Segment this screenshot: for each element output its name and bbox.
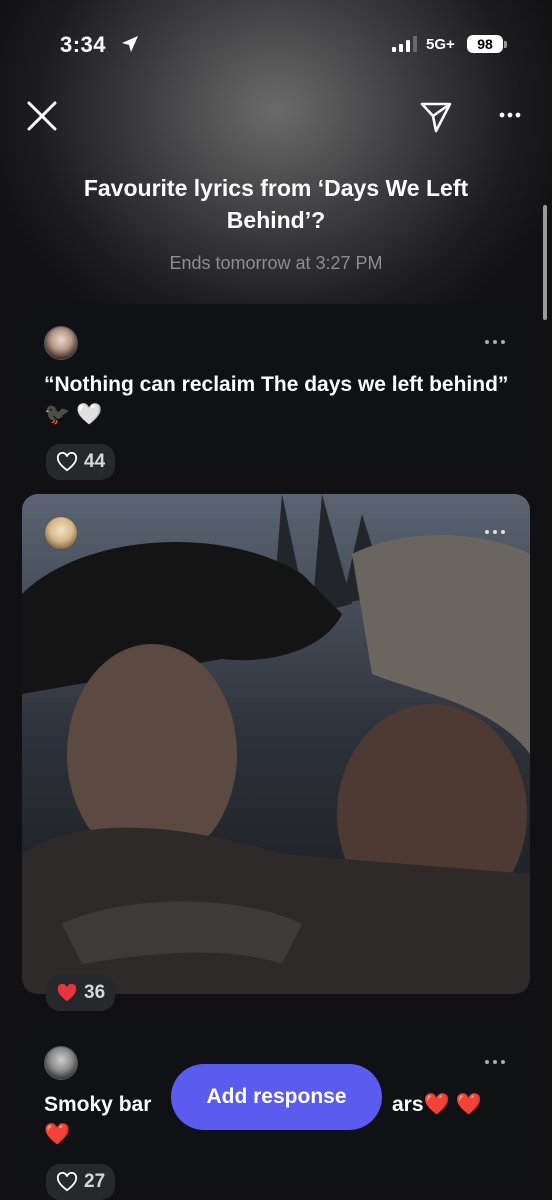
add-response-button[interactable]: Add response <box>171 1064 382 1130</box>
more-options-icon[interactable] <box>484 527 506 537</box>
cellular-signal-icon <box>392 36 417 52</box>
more-options-icon[interactable] <box>484 1057 506 1067</box>
like-button[interactable]: 36 <box>46 975 116 1011</box>
heart-outline-icon <box>56 1172 78 1192</box>
more-options-icon[interactable] <box>490 100 530 130</box>
heart-filled-icon <box>57 983 77 1002</box>
close-icon[interactable] <box>22 96 62 136</box>
poll-title: Favourite lyrics from ‘Days We Left Behi… <box>83 175 469 233</box>
response-card[interactable]: “Nothing can reclaim The days we left be… <box>22 304 530 480</box>
like-count: 27 <box>84 1171 106 1192</box>
photo-illustration <box>22 494 530 994</box>
response-text: “Nothing can reclaim The days we left be… <box>44 373 509 426</box>
location-arrow-icon <box>122 36 138 52</box>
send-icon[interactable] <box>416 96 456 136</box>
response-card[interactable]: 36 <box>22 494 530 1011</box>
like-button[interactable]: 44 <box>46 444 116 480</box>
scrollbar[interactable] <box>543 205 547 320</box>
heart-outline-icon <box>56 452 78 472</box>
like-button[interactable]: 27 <box>46 1164 116 1200</box>
like-count: 36 <box>84 982 106 1003</box>
avatar[interactable] <box>44 326 78 360</box>
clock: 3:34 <box>60 32 107 57</box>
poll-end-time: Ends tomorrow at 3:27 PM <box>169 253 383 273</box>
like-count: 44 <box>84 451 106 472</box>
response-text-end: ars❤️ ❤️ <box>392 1093 482 1116</box>
battery-tip <box>504 41 507 48</box>
avatar[interactable] <box>44 1046 78 1080</box>
battery-icon: 98 <box>467 35 503 53</box>
more-options-icon[interactable] <box>484 337 506 347</box>
response-photo[interactable] <box>22 494 530 994</box>
status-bar: 3:34 5G+ 98 <box>0 0 552 90</box>
network-type: 5G+ <box>426 36 455 53</box>
avatar[interactable] <box>44 516 78 550</box>
